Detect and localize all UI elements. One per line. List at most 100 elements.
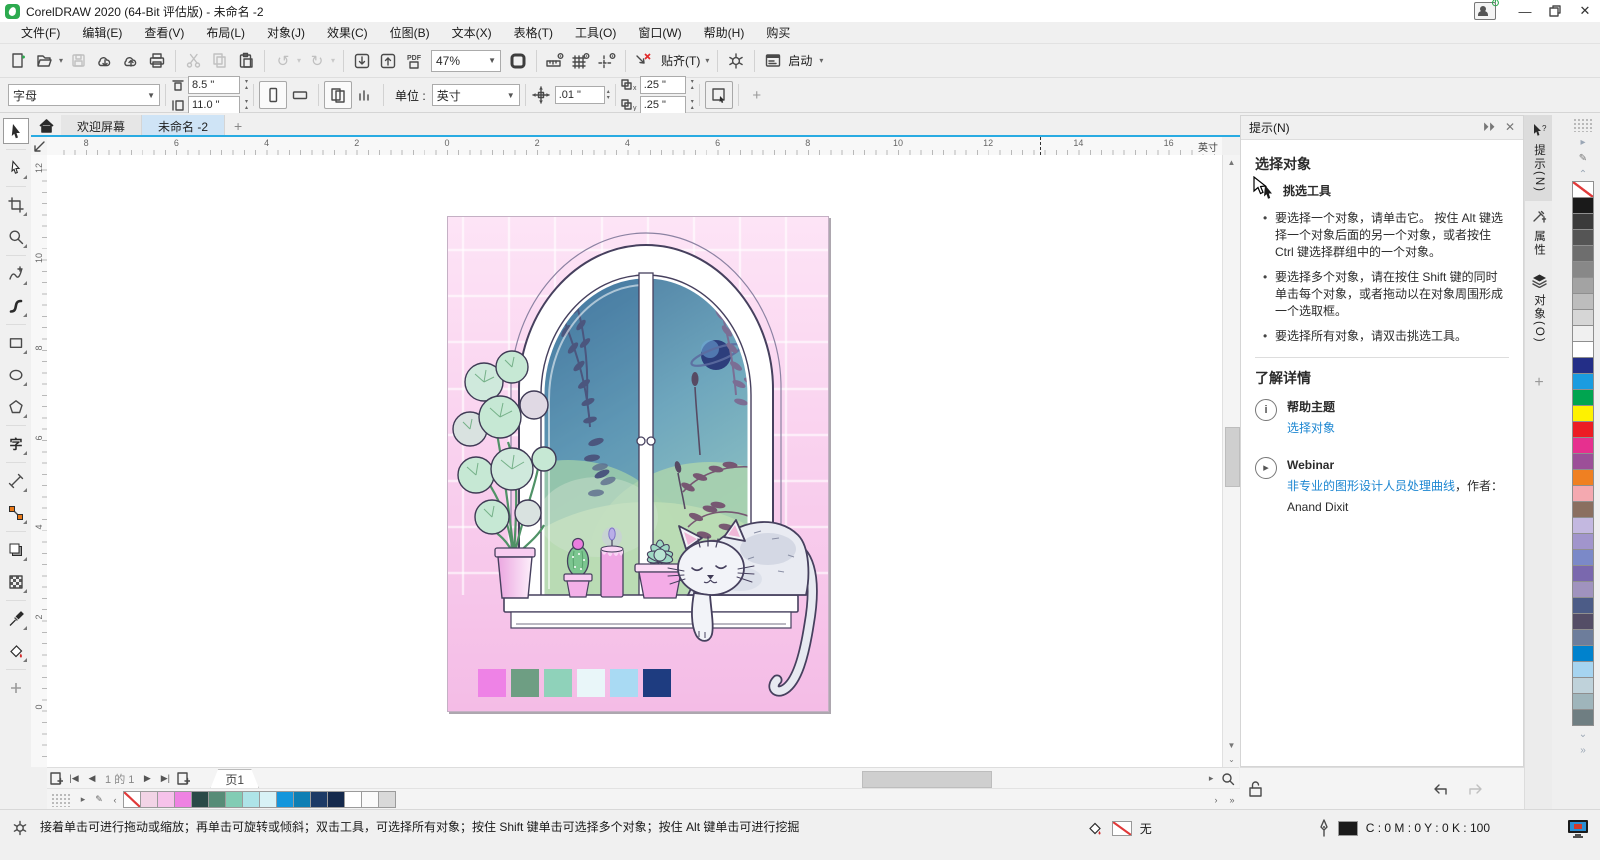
color-swatch-none[interactable] [123,791,141,808]
color-proof-icon[interactable] [1566,818,1590,838]
toolbox-customize-plus[interactable] [3,675,29,701]
artwork-swatch[interactable] [511,669,539,697]
color-swatch[interactable] [310,791,328,808]
menu-item[interactable]: 文本(X) [441,24,503,41]
lock-icon[interactable] [1248,780,1264,797]
transparency-tool[interactable] [3,569,29,595]
tab-untitled-2[interactable]: 未命名 -2 [142,115,226,137]
color-swatch[interactable] [1572,389,1594,406]
scroll-right-arrow[interactable]: ▸ [1209,773,1214,784]
palette-flyout-arrow[interactable]: ▸ [75,791,91,808]
menu-item[interactable]: 对象(J) [256,24,316,41]
ellipse-tool[interactable] [3,362,29,388]
color-swatch[interactable] [1572,549,1594,566]
color-swatch[interactable] [1572,325,1594,342]
color-swatch[interactable] [1572,693,1594,710]
color-swatch[interactable] [1572,437,1594,454]
artwork-swatch[interactable] [478,669,506,697]
main-palette-scroll-up[interactable]: ⌃ [1579,166,1587,182]
color-swatch[interactable] [1572,309,1594,326]
parallel-dimension-tool[interactable] [3,468,29,494]
menu-item[interactable]: 文件(F) [10,24,71,41]
color-swatch[interactable] [1572,213,1594,230]
color-swatch[interactable] [1572,709,1594,726]
all-pages-icon[interactable] [324,81,353,109]
color-swatch[interactable] [259,791,277,808]
color-swatch[interactable] [344,791,362,808]
duplicate-x-field[interactable]: .25 " [639,76,686,94]
main-palette-eyedropper[interactable]: ✎ [1579,150,1587,166]
horizontal-ruler[interactable]: 英寸 8 6 4 2 0 2 4 6 8 10 12 14 16 [47,137,1222,156]
artistic-media-tool[interactable] [3,293,29,319]
color-swatch-none[interactable] [1572,181,1594,198]
add-page-before-button[interactable] [47,770,65,788]
color-swatch[interactable] [1572,469,1594,486]
color-swatch[interactable] [191,791,209,808]
color-swatch[interactable] [225,791,243,808]
show-grid-icon[interactable] [568,48,594,74]
main-palette-expand[interactable]: » [1580,742,1586,758]
color-swatch[interactable] [1572,229,1594,246]
color-swatch[interactable] [1572,277,1594,294]
treat-as-filled-icon[interactable] [704,81,733,109]
artwork-swatch[interactable] [643,669,671,697]
docker-tab-objects[interactable]: 对象(O) [1525,265,1553,352]
outline-pen-icon[interactable] [1318,819,1330,837]
color-swatch[interactable] [1572,629,1594,646]
color-swatch[interactable] [140,791,158,808]
snap-label[interactable]: 贴齐(T) [661,52,700,69]
color-swatch[interactable] [1572,293,1594,310]
crop-tool[interactable] [3,192,29,218]
duplicate-y-spinner[interactable]: ▾ ▴ [691,99,694,111]
artwork-swatch[interactable] [577,669,605,697]
show-guidelines-icon[interactable] [594,48,620,74]
palette-grip[interactable] [51,792,71,807]
cloud-save-icon[interactable] [118,48,144,74]
page-height-spinner[interactable]: ▾ ▴ [245,99,248,111]
color-swatch[interactable] [276,791,294,808]
pdf-share-icon[interactable]: PDF [401,48,427,74]
color-swatch[interactable] [174,791,192,808]
close-button[interactable]: ✕ [1570,0,1600,22]
zoom-dropdown-arrow[interactable]: ▼ [482,56,496,65]
docker-close-icon[interactable]: ✕ [1505,120,1515,135]
color-swatch[interactable] [1572,613,1594,630]
nudge-offset-field[interactable]: .01 " [554,86,605,104]
color-swatch[interactable] [208,791,226,808]
open-icon[interactable] [32,48,58,74]
add-page-after-button[interactable] [174,770,192,788]
menu-item[interactable]: 编辑(E) [71,24,133,41]
add-docker-button[interactable]: + [1534,374,1543,392]
units-combo[interactable]: 英寸 ▼ [431,84,520,106]
menu-item[interactable]: 表格(T) [503,24,564,41]
scroll-page-down-arrow[interactable]: ⌄ [1223,752,1240,767]
color-swatch[interactable] [1572,517,1594,534]
color-swatch[interactable] [1572,533,1594,550]
page-width-field[interactable]: 8.5 " [188,76,240,94]
color-swatch[interactable] [1572,261,1594,278]
color-swatch[interactable] [1572,373,1594,390]
home-tab[interactable] [31,115,61,137]
pan-zoom-tool-icon[interactable] [1221,772,1235,786]
main-palette-flyout[interactable]: ▸ [1580,134,1585,150]
new-document-icon[interactable] [6,48,32,74]
current-page-icon[interactable] [352,82,378,108]
scroll-up-arrow[interactable]: ▲ [1223,155,1240,170]
save-icon[interactable] [66,48,92,74]
main-palette-grip[interactable] [1573,118,1593,132]
artwork-swatch[interactable] [544,669,572,697]
portrait-button[interactable] [259,81,288,109]
fullscreen-preview-icon[interactable] [505,48,531,74]
page-width-spinner[interactable]: ▾ ▴ [245,79,248,91]
restore-button[interactable] [1540,0,1570,22]
docker-tab-hints[interactable]: ? 提示(N) [1525,115,1553,201]
menu-item[interactable]: 查看(V) [133,24,195,41]
nudge-spinner[interactable]: ▴ ▾ [607,89,610,101]
zoom-tool[interactable] [3,224,29,250]
color-eyedropper-tool[interactable] [3,606,29,632]
tab-welcome-screen[interactable]: 欢迎屏幕 [61,115,143,137]
zoom-level-combo[interactable]: 47% ▼ [431,49,501,72]
color-swatch[interactable] [1572,597,1594,614]
color-swatch[interactable] [1572,197,1594,214]
last-page-button[interactable]: ▶| [156,770,174,788]
